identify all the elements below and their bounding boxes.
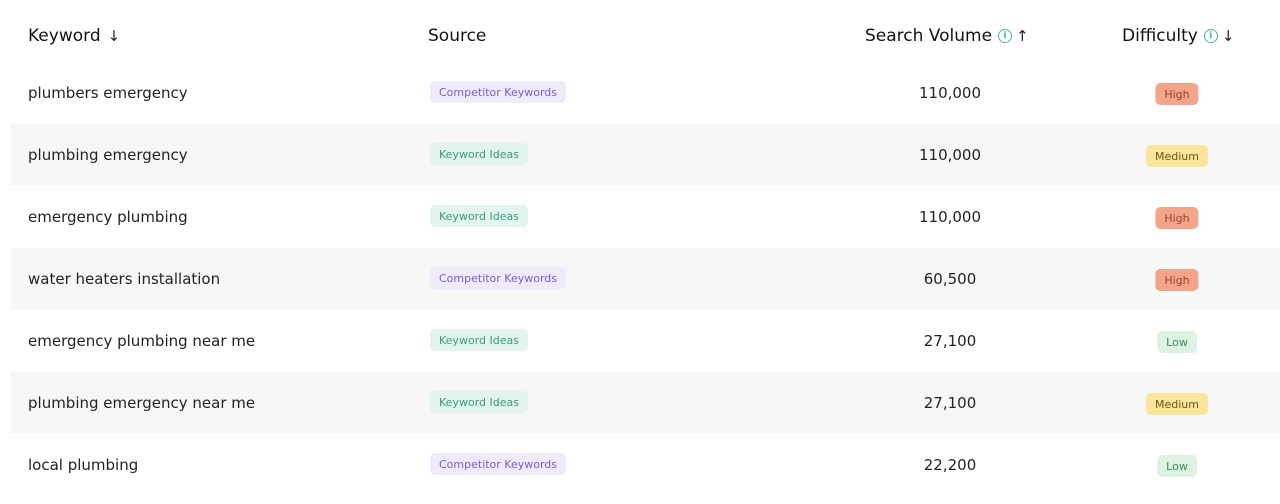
table-header: Keyword ↓ Source Search Volume i ↑ Diffi… [0, 0, 1280, 68]
sort-up-icon[interactable]: ↑ [1016, 27, 1029, 45]
source-tag: Keyword Ideas [430, 391, 528, 413]
keyword-cell: emergency plumbing [28, 208, 188, 226]
table-row[interactable]: local plumbing Competitor Keywords 22,20… [10, 434, 1280, 496]
column-header-source-label: Source [428, 26, 487, 46]
column-header-keyword-label: Keyword [28, 26, 101, 46]
source-tag: Competitor Keywords [430, 81, 567, 103]
keyword-cell: emergency plumbing near me [28, 332, 256, 350]
column-header-search-volume[interactable]: Search Volume i ↑ [865, 24, 1029, 48]
table-row[interactable]: emergency plumbing Keyword Ideas 110,000… [10, 186, 1280, 248]
source-tag: Keyword Ideas [430, 205, 528, 227]
search-volume-cell: 27,100 [923, 332, 977, 350]
table-row[interactable]: plumbers emergency Competitor Keywords 1… [10, 62, 1280, 124]
source-tag: Keyword Ideas [430, 143, 528, 165]
difficulty-badge: Medium [1146, 393, 1208, 415]
info-icon[interactable]: i [1203, 29, 1218, 43]
keyword-cell: water heaters installation [28, 270, 221, 288]
keyword-cell: plumbing emergency [28, 146, 188, 164]
column-header-search-volume-label: Search Volume [865, 26, 993, 46]
keyword-cell: local plumbing [28, 456, 139, 474]
column-header-difficulty-label: Difficulty [1122, 26, 1198, 46]
difficulty-badge: Low [1157, 331, 1197, 353]
search-volume-cell: 22,200 [923, 456, 977, 474]
sort-down-icon[interactable]: ↓ [108, 27, 121, 45]
source-tag: Keyword Ideas [430, 329, 528, 351]
search-volume-cell: 110,000 [918, 146, 982, 164]
difficulty-badge: High [1155, 207, 1199, 229]
info-icon[interactable]: i [998, 29, 1013, 43]
keyword-cell: plumbing emergency near me [28, 394, 256, 412]
difficulty-badge: High [1155, 269, 1199, 291]
column-header-keyword[interactable]: Keyword ↓ [28, 24, 120, 48]
search-volume-cell: 27,100 [923, 394, 977, 412]
table-row[interactable]: emergency plumbing near me Keyword Ideas… [10, 310, 1280, 372]
keyword-table: Keyword ↓ Source Search Volume i ↑ Diffi… [0, 0, 1280, 504]
difficulty-badge: Low [1157, 455, 1197, 477]
column-header-difficulty[interactable]: Difficulty i ↓ [1122, 24, 1234, 48]
difficulty-badge: High [1155, 83, 1199, 105]
search-volume-cell: 110,000 [918, 208, 982, 226]
table-row[interactable]: plumbing emergency near me Keyword Ideas… [10, 372, 1280, 434]
keyword-cell: plumbers emergency [28, 84, 188, 102]
table-row[interactable]: plumbing emergency Keyword Ideas 110,000… [10, 124, 1280, 186]
column-header-source: Source [428, 24, 486, 48]
source-tag: Competitor Keywords [430, 267, 567, 289]
sort-down-icon[interactable]: ↓ [1222, 27, 1235, 45]
table-body: plumbers emergency Competitor Keywords 1… [10, 62, 1280, 496]
source-tag: Competitor Keywords [430, 453, 567, 475]
search-volume-cell: 60,500 [923, 270, 977, 288]
table-row[interactable]: water heaters installation Competitor Ke… [10, 248, 1280, 310]
search-volume-cell: 110,000 [918, 84, 982, 102]
difficulty-badge: Medium [1146, 145, 1208, 167]
